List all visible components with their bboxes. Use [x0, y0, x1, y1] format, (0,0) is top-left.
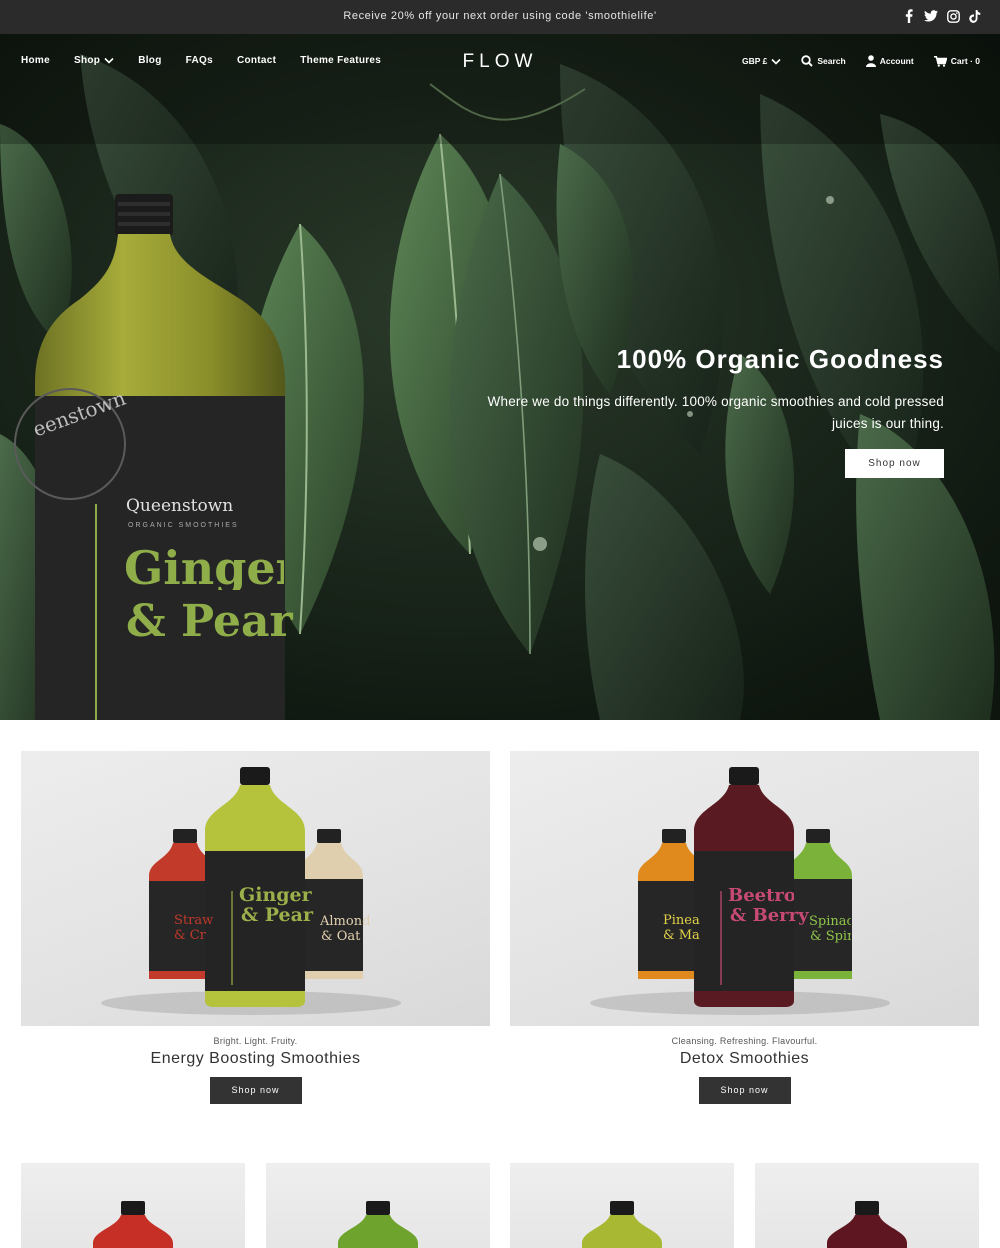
product-image — [93, 1201, 173, 1248]
hero-bottle-line: ORGANIC SMOOTHIES — [128, 522, 239, 529]
bottle-flavor-2: & Berry — [730, 905, 809, 926]
product-image — [338, 1201, 418, 1248]
collection-title[interactable]: Energy Boosting Smoothies — [21, 1050, 490, 1068]
bottle-flavor-1: Pinea — [663, 914, 700, 928]
instagram-icon[interactable] — [946, 8, 960, 24]
announcement-bar: Receive 20% off your next order using co… — [0, 0, 1000, 34]
bottle-flavor-2: & Oat — [321, 929, 361, 944]
bottle-flavor-2: & Cr — [174, 929, 206, 943]
product-card[interactable] — [510, 1163, 734, 1248]
product-image — [582, 1201, 662, 1248]
user-icon — [865, 55, 876, 67]
collection-shop-now-button[interactable]: Shop now — [698, 1077, 791, 1104]
bottle-flavor-1: Almond — [320, 914, 371, 929]
hero-bottle-flavor-2: & Pear — [126, 596, 293, 647]
currency-label: GBP £ — [741, 56, 768, 66]
search-link[interactable]: Search — [801, 55, 846, 67]
main-navigation: Home Shop Blog FAQs Contact Theme Featur… — [0, 34, 1000, 90]
bottle-flavor-2: & Ma — [663, 929, 700, 943]
collection-card-detox[interactable]: Beetroot & Berry Pinea & Ma Spinach & Sp… — [510, 751, 979, 1104]
product-image — [827, 1201, 907, 1248]
hero-shop-now-button[interactable]: Shop now — [845, 449, 944, 478]
search-icon — [801, 55, 814, 67]
collection-shop-now-button[interactable]: Shop now — [209, 1077, 302, 1104]
collection-tagline: Bright. Light. Fruity. — [213, 1036, 298, 1046]
bottle-flavor-1: Ginger — [239, 884, 312, 906]
facebook-icon[interactable] — [902, 8, 916, 24]
collection-image[interactable]: Beetroot & Berry Pinea & Ma Spinach & Sp… — [510, 751, 979, 1026]
cart-label: Cart · 0 — [950, 56, 980, 66]
hero-subtitle: Where we do things differently. 100% org… — [487, 394, 944, 431]
product-card[interactable] — [755, 1163, 979, 1248]
collection-image[interactable]: Ginger & Pear Straw & Cr Almond & Oat — [21, 751, 490, 1026]
chevron-down-icon — [771, 58, 781, 65]
bottle-flavor-2: & Spiru — [810, 930, 851, 944]
currency-selector[interactable]: GBP £ — [742, 56, 781, 66]
collection-title[interactable]: Detox Smoothies — [510, 1050, 979, 1068]
collection-card-energy[interactable]: Ginger & Pear Straw & Cr Almond & Oat Br… — [21, 751, 490, 1104]
hero-banner: eenstown Queenstown ORGANIC SMOOTHIES Gi… — [0, 34, 1000, 720]
announcement-message: Receive 20% off your next order using co… — [343, 10, 657, 22]
search-label: Search — [817, 56, 846, 66]
twitter-icon[interactable] — [924, 8, 938, 24]
bottle-flavor-1: Spinach — [809, 915, 851, 929]
account-link[interactable]: Account — [865, 55, 914, 67]
collection-tagline: Cleansing. Refreshing. Flavourful. — [671, 1036, 818, 1046]
account-label: Account — [879, 56, 914, 66]
nav-utilities: GBP £ Search Account Cart · 0 — [722, 55, 980, 67]
bottle-flavor-1: Straw — [174, 914, 214, 928]
hero-bottle-flavor-1: Ginger — [124, 546, 284, 590]
product-card[interactable] — [21, 1163, 245, 1248]
cart-icon — [933, 55, 947, 67]
product-card[interactable] — [266, 1163, 490, 1248]
tiktok-icon[interactable] — [968, 8, 982, 24]
bottle-flavor-1: Beetroot — [728, 886, 794, 905]
social-links — [902, 8, 982, 24]
bottle-flavor-2: & Pear — [241, 904, 313, 926]
hero-title: 100% Organic Goodness — [616, 344, 944, 374]
cart-link[interactable]: Cart · 0 — [933, 55, 980, 67]
hero-content: 100% Organic Goodness Where we do things… — [484, 344, 944, 478]
hero-bottle-brand: Queenstown — [126, 496, 234, 516]
